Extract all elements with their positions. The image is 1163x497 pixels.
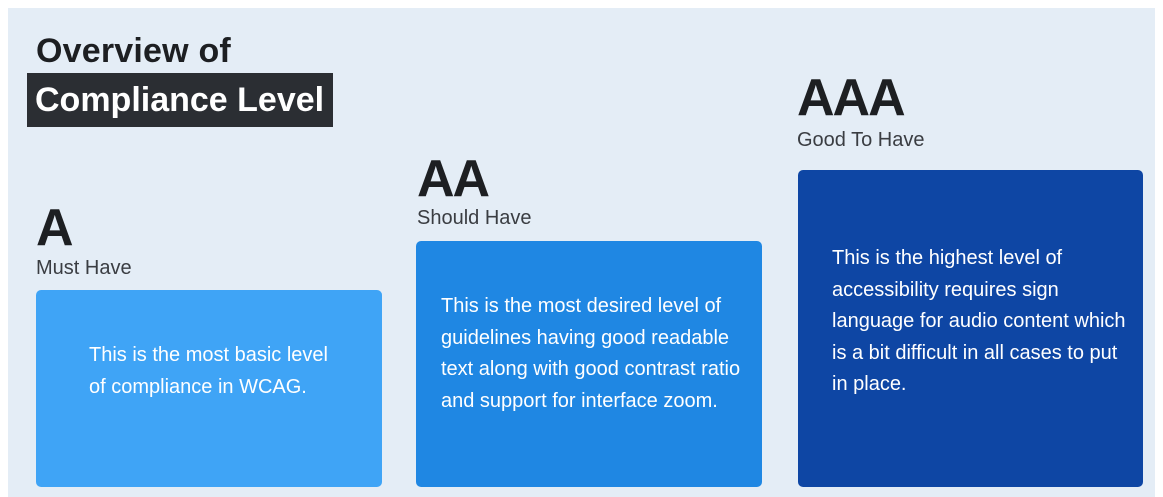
title-line-2-highlighted: Compliance Level: [27, 73, 334, 127]
level-aa-code: AA: [417, 150, 490, 208]
infographic-panel: Overview of Compliance Level A Must Have…: [8, 8, 1155, 497]
level-a-priority: Must Have: [36, 257, 132, 279]
level-aaa-description: This is the highest level of accessibili…: [832, 247, 1126, 395]
level-a-code: A: [36, 199, 74, 257]
level-aa-card: This is the most desired level of guidel…: [416, 241, 762, 487]
level-aaa-code: AAA: [797, 69, 906, 127]
level-aa-description: This is the most desired level of guidel…: [441, 295, 741, 412]
level-aaa-card: This is the highest level of accessibili…: [798, 170, 1143, 487]
level-aa-priority: Should Have: [417, 207, 532, 229]
level-aa-heading: AA Should Have: [417, 153, 532, 230]
title-line-1: Overview of: [36, 32, 231, 70]
level-a-heading: A Must Have: [36, 202, 132, 280]
level-a-description: This is the most basic level of complian…: [89, 344, 328, 398]
level-a-card: This is the most basic level of complian…: [36, 290, 382, 487]
level-aaa-priority: Good To Have: [797, 129, 925, 151]
level-aaa-heading: AAA Good To Have: [797, 72, 925, 152]
